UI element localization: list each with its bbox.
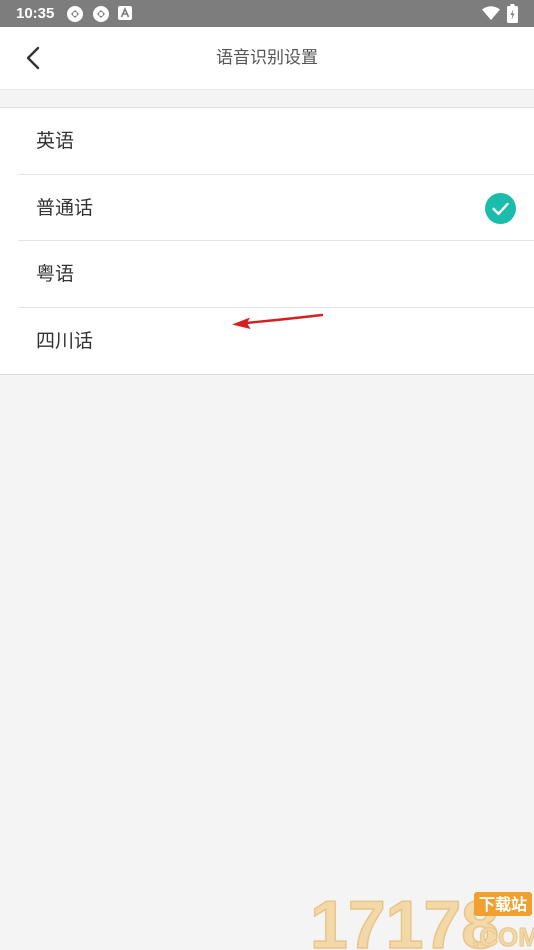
wifi-icon [482,6,500,21]
language-option-cantonese[interactable]: 粤语 [18,241,534,308]
language-label: 普通话 [36,196,94,219]
watermark-number: 17178 [310,887,499,950]
page-title: 语音识别设置 [216,48,318,68]
sync-icon [66,5,84,23]
language-list: 英语 普通话 粤语 四川话 [0,107,534,375]
screen: 10:35 语音识别设置 英语 普通话 粤语 四川话 17178 下载站 .CO… [0,0,534,950]
status-bar: 10:35 [0,0,534,27]
language-label: 粤语 [36,263,75,285]
battery-icon [507,4,518,23]
language-option-english[interactable]: 英语 [18,108,534,175]
red-arrow-icon [232,313,324,329]
status-time: 10:35 [16,5,55,22]
watermark-bottom-text: .COM [472,922,534,950]
selected-check-icon [485,192,516,224]
language-label: 英语 [36,130,75,152]
language-label: 四川话 [36,329,94,352]
sync-icon [92,5,110,23]
app-header: 语音识别设置 [0,27,534,90]
language-option-mandarin[interactable]: 普通话 [18,175,534,241]
notification-a-icon [118,6,132,20]
watermark-logo: 17178 下载站 .COM [308,886,534,950]
watermark-top-text: 下载站 [479,895,527,914]
